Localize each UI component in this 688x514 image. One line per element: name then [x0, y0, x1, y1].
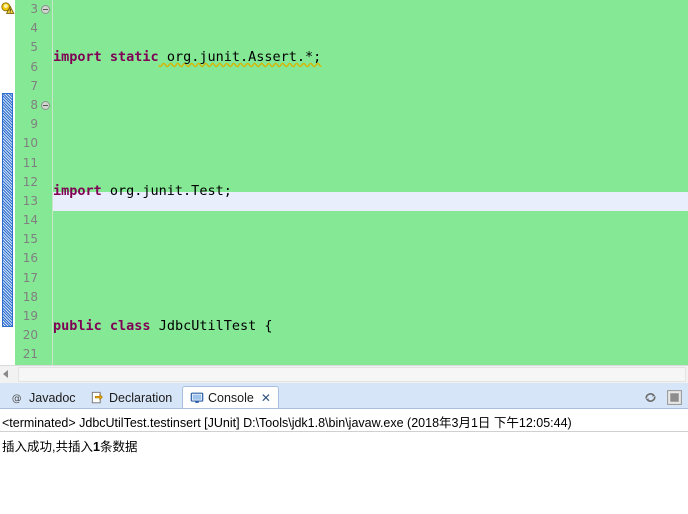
fold-row	[40, 96, 52, 115]
line-number: 12	[22, 174, 38, 189]
token-keyword: class	[109, 317, 151, 334]
line-number: 6	[30, 59, 38, 74]
line-number: 5	[30, 40, 38, 55]
annotation-ruler[interactable]	[0, 0, 15, 365]
eclipse-ide-window: 3 4 5 6 7 8 9 10 11 12 13 14 15 16 17 18…	[0, 0, 688, 514]
relaunch-icon[interactable]	[642, 389, 660, 407]
view-toolbar	[642, 389, 684, 407]
arrow-left-icon[interactable]	[3, 370, 8, 378]
console-launch-header: <terminated> JdbcUtilTest.testinsert [JU…	[2, 416, 572, 430]
line-number: 17	[22, 270, 38, 285]
folding-ruler[interactable]	[40, 0, 52, 365]
console-output-prefix: 插入成功,共插入	[2, 440, 93, 454]
line-number: 18	[22, 289, 38, 304]
code-line-6[interactable]	[53, 250, 688, 269]
terminate-icon[interactable]	[666, 389, 684, 407]
token-keyword: static	[109, 49, 159, 65]
warning-icon[interactable]	[1, 2, 15, 16]
scrollbar-track[interactable]	[18, 367, 686, 382]
view-tabbar: @ Javadoc Declaration Console ✕	[0, 385, 688, 409]
line-number: 9	[30, 117, 38, 132]
fold-collapse-icon[interactable]	[41, 5, 50, 14]
line-number: 11	[22, 155, 38, 170]
fold-row	[40, 19, 52, 38]
token-package: org.junit.Assert.*;	[158, 49, 322, 65]
tab-label: Javadoc	[29, 391, 76, 405]
close-icon[interactable]: ✕	[261, 391, 271, 405]
javadoc-icon: @	[11, 391, 25, 405]
line-number: 16	[22, 251, 38, 266]
console-output: 插入成功,共插入1条数据	[2, 436, 688, 455]
fold-collapse-icon[interactable]	[41, 100, 50, 110]
line-number: 10	[22, 136, 38, 151]
tab-declaration[interactable]: Declaration	[84, 387, 179, 409]
console-divider	[0, 431, 688, 432]
token-classname: JdbcUtilTest {	[150, 317, 273, 334]
code-line-7[interactable]: public class JdbcUtilTest {	[53, 317, 688, 336]
code-line-4[interactable]	[53, 115, 688, 134]
line-number: 8	[30, 97, 38, 112]
token-keyword: import	[53, 49, 102, 65]
line-number: 3	[30, 2, 38, 16]
tab-console[interactable]: Console ✕	[182, 386, 279, 409]
fold-row	[40, 58, 52, 77]
java-editor-panel: 3 4 5 6 7 8 9 10 11 12 13 14 15 16 17 18…	[0, 0, 688, 383]
fold-row	[40, 38, 52, 57]
code-line-3[interactable]: import static org.junit.Assert.*;	[53, 48, 688, 67]
console-icon	[190, 391, 204, 405]
tab-label: Console	[208, 391, 254, 405]
line-number: 20	[22, 328, 38, 343]
line-number: 15	[22, 232, 38, 247]
line-number-ruler: 3 4 5 6 7 8 9 10 11 12 13 14 15 16 17 18…	[15, 0, 40, 365]
declaration-icon	[91, 391, 105, 405]
editor-horizontal-scrollbar[interactable]	[0, 365, 688, 383]
fold-row	[40, 77, 52, 96]
console-view[interactable]: <terminated> JdbcUtilTest.testinsert [JU…	[0, 408, 688, 514]
console-output-suffix: 条数据	[99, 440, 138, 454]
line-number: 19	[22, 309, 38, 323]
tab-javadoc[interactable]: @ Javadoc	[4, 387, 83, 409]
token-keyword: import	[53, 183, 102, 200]
token-keyword: public	[53, 317, 102, 334]
code-editor[interactable]: 3 4 5 6 7 8 9 10 11 12 13 14 15 16 17 18…	[0, 0, 688, 365]
line-number: 13	[22, 193, 38, 208]
code-line-5[interactable]: import org.junit.Test;	[53, 182, 688, 201]
method-range-indicator	[2, 93, 13, 327]
line-number: 7	[30, 78, 38, 93]
ruler-separator	[52, 0, 53, 365]
bottom-view-panel: @ Javadoc Declaration Console ✕ <termina…	[0, 383, 688, 514]
svg-text:@: @	[12, 394, 22, 405]
line-number: 14	[22, 213, 38, 228]
token-package: org.junit.Test;	[101, 183, 232, 200]
console-output-count: 1	[92, 440, 100, 454]
code-content[interactable]: import static org.junit.Assert.*; import…	[53, 0, 688, 365]
line-number: 4	[30, 21, 38, 36]
tab-label: Declaration	[109, 391, 173, 405]
fold-row	[40, 0, 52, 19]
line-number: 21	[22, 347, 38, 362]
